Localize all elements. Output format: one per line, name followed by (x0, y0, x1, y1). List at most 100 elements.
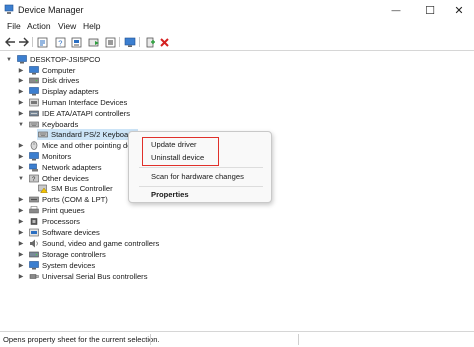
storage-controller-icon (29, 251, 39, 258)
chevron-right-icon[interactable]: ▶ (17, 207, 25, 215)
tree-node-disk-drives[interactable]: ▶ Disk drives (17, 75, 79, 86)
tree-node-print-queues[interactable]: ▶ Print queues (17, 205, 85, 216)
maximize-button[interactable]: ☐ (415, 0, 445, 20)
menu-bar: File Action View Help (0, 20, 474, 34)
menu-file[interactable]: File (7, 21, 21, 31)
tree-node-label: SM Bus Controller (51, 184, 113, 193)
back-button[interactable] (4, 36, 16, 48)
tree-node-label: System devices (42, 261, 96, 270)
tree-node-label: Display adapters (42, 87, 99, 96)
chevron-right-icon[interactable]: ▶ (17, 251, 25, 259)
back-icon (4, 37, 15, 47)
uninstall-button[interactable] (158, 36, 170, 48)
chevron-right-icon[interactable]: ▶ (17, 164, 25, 172)
tree-node-processors[interactable]: ▶ Processors (17, 216, 80, 227)
tree-node-label: Standard PS/2 Keyboard (51, 130, 136, 139)
toolbar: ? (0, 34, 474, 50)
chevron-right-icon[interactable]: ▶ (17, 262, 25, 270)
chevron-right-icon[interactable]: ▶ (17, 99, 25, 107)
tree-node-sm-bus-controller[interactable]: SM Bus Controller (37, 183, 113, 194)
chevron-right-icon[interactable]: ▶ (17, 196, 25, 204)
help-button[interactable]: ? (54, 36, 66, 48)
tree-node-system-devices[interactable]: ▶ System devices (17, 260, 96, 271)
tree-node-mice[interactable]: ▶ Mice and other pointing de (17, 140, 132, 151)
warning-device-icon (38, 184, 48, 193)
tree-node-label: Ports (COM & LPT) (42, 195, 108, 204)
properties-button[interactable] (36, 36, 48, 48)
speaker-icon (30, 239, 38, 248)
tree-node-label: Computer (42, 66, 76, 75)
chevron-right-icon[interactable]: ▶ (17, 153, 25, 161)
menu-separator (139, 186, 263, 187)
forward-icon (18, 37, 29, 47)
chevron-down-icon[interactable]: ▼ (5, 56, 13, 64)
title-bar: Device Manager — ☐ ✕ (0, 0, 474, 20)
update-driver-icon (88, 38, 99, 46)
menu-help[interactable]: Help (83, 21, 100, 31)
chevron-right-icon[interactable]: ▶ (17, 88, 25, 96)
display-adapter-icon (29, 87, 39, 96)
tree-node-label: Network adapters (42, 163, 102, 172)
tree-node-ports[interactable]: ▶ Ports (COM & LPT) (17, 194, 108, 205)
properties-icon (37, 37, 47, 47)
hid-icon (29, 98, 39, 107)
chevron-down-icon[interactable]: ▼ (17, 121, 25, 129)
tree-node-label: IDE ATA/ATAPI controllers (42, 109, 131, 118)
tree-node-software-devices[interactable]: ▶ Software devices (17, 227, 100, 238)
menu-separator (139, 167, 263, 168)
chevron-right-icon[interactable]: ▶ (17, 218, 25, 226)
close-icon: ✕ (454, 4, 464, 17)
tree-node-label: Mice and other pointing de (42, 141, 132, 150)
tree-node-monitors[interactable]: ▶ Monitors (17, 151, 71, 162)
processor-icon (30, 218, 38, 225)
tree-node-hid[interactable]: ▶ Human Interface Devices (17, 97, 128, 108)
tree-node-display-adapters[interactable]: ▶ Display adapters (17, 86, 99, 97)
device-view-button[interactable] (70, 36, 82, 48)
forward-button[interactable] (17, 36, 29, 48)
disable-device-button[interactable] (104, 36, 116, 48)
tree-node-network-adapters[interactable]: ▶ Network adapters (17, 162, 102, 173)
chevron-right-icon[interactable]: ▶ (17, 240, 25, 248)
chevron-right-icon[interactable]: ▶ (17, 273, 25, 281)
tree-node-label: Universal Serial Bus controllers (42, 272, 148, 281)
usb-icon (29, 274, 39, 279)
chevron-right-icon[interactable]: ▶ (17, 142, 25, 150)
device-view-icon (71, 37, 81, 47)
tree-node-storage-controllers[interactable]: ▶ Storage controllers (17, 249, 106, 260)
tree-node-usb-controllers[interactable]: ▶ Universal Serial Bus controllers (17, 271, 148, 282)
chevron-right-icon[interactable]: ▶ (17, 229, 25, 237)
properties-menu-item[interactable]: Properties (151, 190, 189, 199)
chevron-down-icon[interactable]: ▼ (17, 175, 25, 183)
add-driver-button[interactable] (144, 36, 156, 48)
help-icon: ? (55, 37, 65, 47)
ide-controller-icon (29, 110, 39, 117)
status-divider (298, 334, 299, 345)
tree-node-label: Monitors (42, 152, 72, 161)
tree-node-label: Other devices (42, 174, 89, 183)
port-icon (29, 196, 39, 203)
scan-hardware-button[interactable] (124, 36, 136, 48)
tree-root[interactable]: ▼ DESKTOP-JSI5PCO (5, 54, 100, 65)
tree-node-ide-controllers[interactable]: ▶ IDE ATA/ATAPI controllers (17, 108, 130, 119)
computer-icon (29, 66, 39, 75)
printer-icon (29, 206, 39, 214)
close-button[interactable]: ✕ (444, 0, 474, 20)
software-device-icon (29, 228, 39, 237)
minimize-icon: — (391, 5, 401, 15)
tree-node-label: Storage controllers (42, 250, 106, 259)
menu-view[interactable]: View (58, 21, 76, 31)
tree-node-sound-video[interactable]: ▶ Sound, video and game controllers (17, 238, 160, 249)
window-title: Device Manager (18, 5, 84, 15)
minimize-button[interactable]: — (381, 0, 411, 20)
device-manager-icon (4, 4, 14, 14)
update-driver-button[interactable] (88, 36, 100, 48)
tree-node-standard-ps2-keyboard[interactable]: Standard PS/2 Keyboard (37, 129, 139, 140)
chevron-right-icon[interactable]: ▶ (17, 110, 25, 118)
chevron-right-icon[interactable]: ▶ (17, 67, 25, 75)
tree-node-label: Software devices (42, 228, 100, 237)
scan-hardware-menu-item[interactable]: Scan for hardware changes (151, 172, 244, 181)
menu-action[interactable]: Action (27, 21, 51, 31)
disk-drive-icon (29, 77, 39, 84)
chevron-right-icon[interactable]: ▶ (17, 77, 25, 85)
keyboard-icon (29, 121, 39, 128)
